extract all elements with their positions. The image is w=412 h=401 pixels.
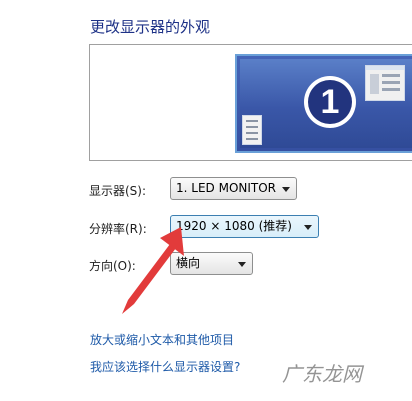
monitor-number-badge: 1 — [304, 76, 356, 128]
monitor-1-tile[interactable]: 1 — [235, 54, 412, 153]
chevron-down-icon — [282, 187, 290, 192]
monitor-number: 1 — [308, 80, 352, 124]
orientation-select-value: 横向 — [176, 256, 201, 270]
chevron-down-icon — [304, 225, 312, 230]
resolution-label: 分辨率(R): — [89, 222, 147, 236]
orientation-label: 方向(O): — [89, 259, 136, 273]
display-select[interactable]: 1. LED MONITOR — [170, 177, 297, 200]
monitor-screen: 1 — [240, 59, 412, 148]
display-label: 显示器(S): — [89, 184, 147, 198]
display-select-value: 1. LED MONITOR — [176, 181, 277, 195]
window-thumbnail-icon — [365, 65, 405, 101]
enlarge-text-link[interactable]: 放大或缩小文本和其他项目 — [90, 331, 234, 348]
resolution-select[interactable]: 1920 × 1080 (推荐) — [170, 215, 319, 238]
document-thumbnail-icon — [242, 115, 262, 145]
page-heading: 更改显示器的外观 — [90, 18, 211, 36]
which-settings-link[interactable]: 我应该选择什么显示器设置? — [90, 358, 240, 375]
watermark-text: 广东龙网 — [282, 362, 362, 386]
orientation-select[interactable]: 横向 — [170, 252, 253, 275]
chevron-down-icon — [238, 262, 246, 267]
resolution-select-value: 1920 × 1080 (推荐) — [176, 219, 292, 233]
